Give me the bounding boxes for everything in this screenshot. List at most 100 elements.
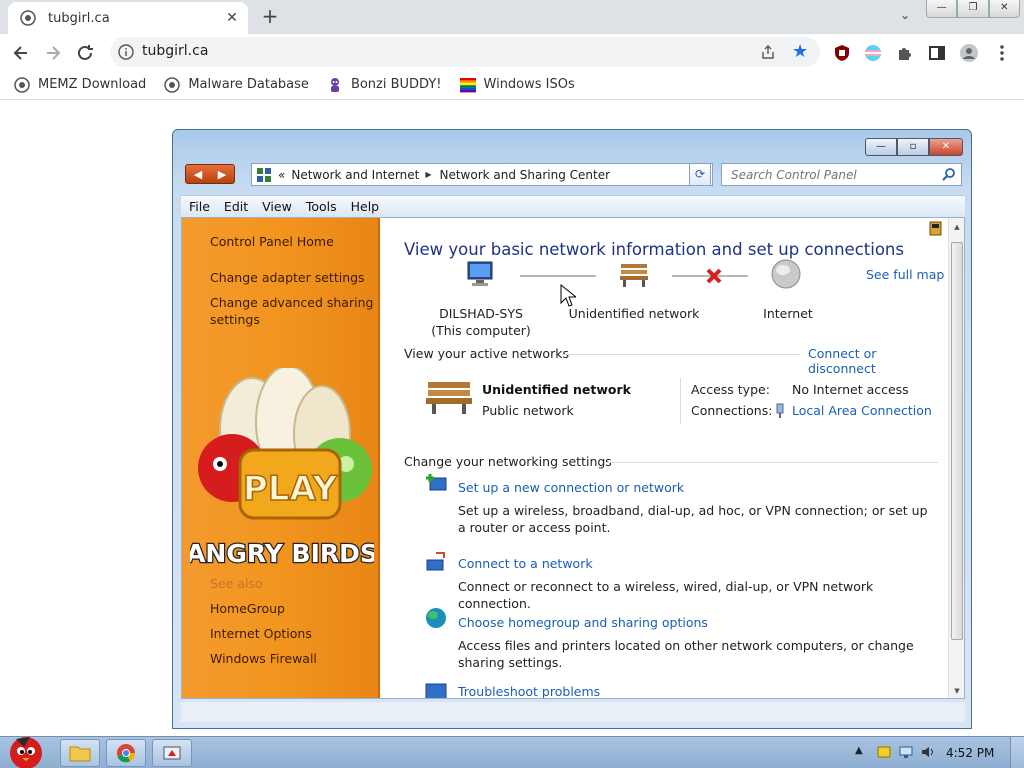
tab-close-icon[interactable]: ✕ [224,10,240,26]
cp-close-button[interactable]: ✕ [929,138,963,156]
side-panel-icon[interactable] [928,44,946,62]
section-divider [604,462,938,463]
cp-address-bar[interactable]: « Network and Internet ▶ Network and Sha… [251,163,713,186]
cp-maximize-button[interactable]: ▫ [897,138,929,156]
active-network-type[interactable]: Public network [482,403,574,418]
task-connect-network-link[interactable]: Connect to a network [458,556,593,571]
back-arrow-icon[interactable] [10,42,32,64]
cp-minimize-button[interactable]: — [865,138,897,156]
new-tab-button[interactable]: + [260,6,280,27]
browser-window-controls: — ❐ ✕ [926,0,1020,18]
angry-bird-start-icon[interactable] [4,731,48,768]
network-tray-icon[interactable] [899,745,913,759]
cp-window-controls: — ▫ ✕ [865,138,963,156]
menu-view[interactable]: View [262,199,292,214]
tab-title: tubgirl.ca [48,10,110,26]
profile-avatar-icon[interactable] [960,44,978,62]
mouse-cursor-icon [560,284,576,307]
angry-birds-play-art[interactable]: PLAY ANGRY BIRDS [190,368,374,578]
menu-tools[interactable]: Tools [306,199,337,214]
tab-search-icon[interactable]: ⌄ [896,8,914,26]
vertical-divider [680,378,681,424]
sidebar-internet-options[interactable]: Internet Options [210,626,312,641]
show-desktop-button[interactable] [1010,737,1024,768]
extensions-puzzle-icon[interactable] [896,44,914,62]
bookmark-label: Windows ISOs [483,77,575,92]
page-heading: View your basic network information and … [404,240,904,259]
connect-disconnect-link[interactable]: Connect or disconnect [808,346,948,376]
info-icon[interactable] [118,44,134,60]
breadcrumb-network-internet[interactable]: Network and Internet [291,168,419,182]
scroll-thumb[interactable] [951,242,963,640]
menu-help[interactable]: Help [351,199,380,214]
ublock-icon[interactable] [833,44,851,62]
sidebar-change-advanced-sharing-cont[interactable]: settings [210,312,260,327]
close-button[interactable]: ✕ [988,0,1020,18]
breadcrumb-arrow-icon[interactable]: ▶ [425,170,431,179]
connect-network-icon[interactable] [424,550,448,574]
breadcrumb-prefix[interactable]: « [278,168,285,182]
breadcrumb-sharing-center[interactable]: Network and Sharing Center [439,168,610,182]
minimize-button[interactable]: — [926,0,958,18]
system-tray: ▲ [855,745,943,759]
bookmark-malware-database[interactable]: Malware Database [164,76,309,93]
taskbar-clock[interactable]: 4:52 PM [946,746,994,760]
show-hidden-icons[interactable]: ▲ [855,745,869,759]
computer-icon[interactable] [464,258,496,290]
bench-icon[interactable] [618,258,650,290]
cp-scrollbar[interactable]: ▲ ▼ [948,218,964,698]
red-x-icon [706,268,722,284]
reload-icon[interactable] [74,42,96,64]
share-icon[interactable] [760,44,776,60]
forward-arrow-icon[interactable] [42,42,64,64]
scroll-up-icon[interactable]: ▲ [949,220,964,234]
globe-icon [164,76,181,93]
sidebar-windows-firewall[interactable]: Windows Firewall [210,651,317,666]
search-icon[interactable] [942,167,956,181]
taskbar-explorer[interactable] [60,739,100,767]
play-text: PLAY [243,469,338,509]
url-text[interactable]: tubgirl.ca [142,43,208,59]
volume-icon[interactable] [921,745,935,759]
sidebar-change-advanced-sharing[interactable]: Change advanced sharing [210,295,373,310]
task-troubleshoot-link[interactable]: Troubleshoot problems [458,684,600,698]
cp-search-input[interactable] [722,164,932,185]
bookmark-memz[interactable]: MEMZ Download [14,76,146,93]
back-arrow-icon[interactable]: ◀ [194,168,202,181]
bookmark-windows-isos[interactable]: Windows ISOs [459,77,575,93]
task-setup-connection-link[interactable]: Set up a new connection or network [458,480,684,495]
see-full-map-link[interactable]: See full map [866,267,944,282]
browser-tab[interactable]: tubgirl.ca ✕ [8,2,248,34]
internet-globe-icon[interactable] [770,258,802,290]
homegroup-globe-icon[interactable] [424,606,448,630]
task-homegroup-link[interactable]: Choose homegroup and sharing options [458,615,708,630]
cp-back-forward-buttons[interactable]: ◀ ▶ [185,164,235,184]
forward-arrow-icon[interactable]: ▶ [218,168,226,181]
cp-refresh-icon[interactable]: ⟳ [689,163,711,186]
help-book-icon[interactable] [928,220,944,236]
menu-file[interactable]: File [189,199,210,214]
bench-icon[interactable] [424,376,474,416]
menu-edit[interactable]: Edit [224,199,248,214]
bookmark-star-icon[interactable]: ★ [792,41,808,62]
cp-search-box[interactable] [721,163,962,186]
local-area-connection-link[interactable]: Local Area Connection [792,403,932,418]
sidebar-homegroup[interactable]: HomeGroup [210,601,285,616]
taskbar: ▲ 4:52 PM [0,736,1024,768]
access-type-label: Access type: [691,382,770,397]
sidebar-change-adapter-settings[interactable]: Change adapter settings [210,270,365,285]
address-bar[interactable]: tubgirl.ca ★ [110,37,820,67]
control-panel-window: — ▫ ✕ ◀ ▶ « Network and Internet ▶ Netwo… [172,129,972,729]
restore-button[interactable]: ❐ [957,0,989,18]
taskbar-network-app[interactable] [152,739,192,767]
browser-tabstrip: tubgirl.ca ✕ + ⌄ — ❐ ✕ [0,0,1024,34]
sidebar-control-panel-home[interactable]: Control Panel Home [210,234,334,249]
flag-tray-icon[interactable] [877,745,891,759]
taskbar-chrome[interactable] [106,739,146,767]
menu-dots-icon[interactable] [993,44,1011,62]
new-connection-icon[interactable] [424,472,448,496]
flag-extension-icon[interactable] [864,44,882,62]
bookmark-bonzi-buddy[interactable]: Bonzi BUDDY! [327,77,442,93]
scroll-down-icon[interactable]: ▼ [949,684,964,698]
troubleshoot-icon[interactable] [424,682,448,699]
